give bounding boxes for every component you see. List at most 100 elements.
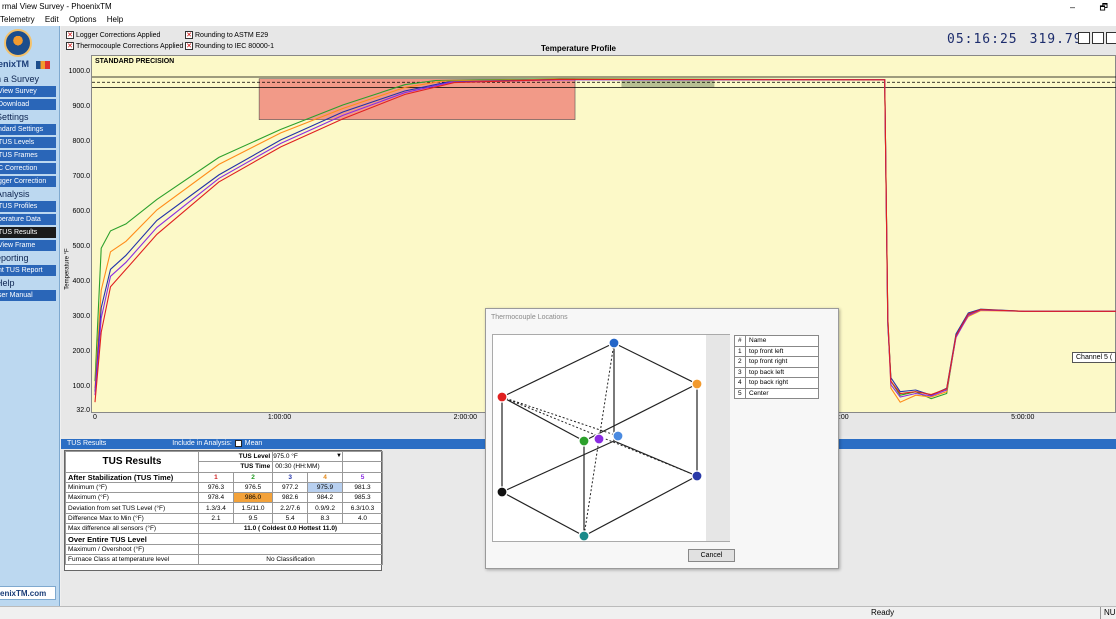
table-cell: 986.0 <box>232 492 274 504</box>
website-logo[interactable]: enixTM.com <box>0 586 56 600</box>
status-bar: Ready NU <box>0 606 1116 619</box>
table-row[interactable]: 5 Center <box>734 387 819 399</box>
table-row[interactable]: 4 top back right <box>734 377 819 389</box>
y-tick-label: 300.0 <box>72 313 90 321</box>
tus-level-value: 975.0 °F <box>273 453 298 461</box>
minimize-button[interactable]: – <box>1070 2 1075 12</box>
chart-title: Temperature Profile <box>541 44 616 53</box>
sidebar-item[interactable]: perature Data <box>0 214 56 225</box>
status-ready: Ready <box>871 608 895 617</box>
tc-column-header: 1 <box>198 471 234 483</box>
thermocouple-marker[interactable] <box>691 378 703 390</box>
menu-telemetry[interactable]: Telemetry <box>0 15 35 24</box>
sidebar-item[interactable]: View Frame <box>0 240 56 251</box>
sidebar-item[interactable]: TUS Results <box>0 227 56 238</box>
sidebar-item[interactable]: TUS Frames <box>0 150 56 161</box>
zoom-chart-icon[interactable] <box>1078 32 1090 44</box>
table-cell: 1 <box>734 345 746 357</box>
table-cell: top front left <box>745 345 819 357</box>
brand-name: enixTM <box>0 59 30 69</box>
rounding-iec-check[interactable]: ✕ Rounding to IEC 80000-1 <box>185 42 274 50</box>
sidebar-section-title: Help <box>0 278 15 288</box>
tus-level-select[interactable]: 975.0 °F ▼ <box>272 450 343 463</box>
x-tick-label: 5:00:00 <box>1011 414 1035 421</box>
table-cell: 985.3 <box>342 492 383 504</box>
cube-diagram[interactable] <box>492 334 730 542</box>
title-bar: rmal View Survey - PhoenixTM – 🗗 <box>0 0 1116 14</box>
sidebar-item[interactable]: View Survey <box>0 86 56 97</box>
table-cell: top front right <box>745 356 819 368</box>
sidebar-section-title: Analysis <box>0 189 30 199</box>
table-row: Maximum (°F) 978.4 986.0 982.6 984.2 985.3 <box>65 492 383 504</box>
table-cell: 976.5 <box>232 481 274 494</box>
table-row[interactable]: 3 top back left <box>734 366 819 378</box>
table-row[interactable]: 1 top front left <box>734 345 819 357</box>
flag-icon <box>36 61 50 69</box>
menu-edit[interactable]: Edit <box>45 15 59 24</box>
tc-column-header: 5 <box>342 471 383 483</box>
y-tick-label: 700.0 <box>72 173 90 181</box>
sidebar-item[interactable]: nt TUS Report <box>0 265 56 276</box>
sidebar-item[interactable]: C Correction <box>0 163 56 174</box>
row-label: Deviation from set TUS Level (°F) <box>65 502 199 514</box>
table-cell: 976.3 <box>198 481 234 494</box>
y-tick-label: 900.0 <box>72 103 90 111</box>
chart-options-icon[interactable] <box>1106 32 1116 44</box>
table-cell: 6.3/10.3 <box>342 502 383 514</box>
cancel-button[interactable]: Cancel <box>688 549 735 562</box>
logger-corrections-check[interactable]: ✕ Logger Corrections Applied <box>66 31 160 39</box>
table-cell: 2.2/7.6 <box>272 502 309 514</box>
table-row: Minimum (°F) 976.3 976.5 977.2 975.9 981.3 <box>65 481 383 494</box>
thermocouple-marker[interactable] <box>691 470 703 482</box>
table-cell: 982.6 <box>272 492 309 504</box>
thermocouple-marker[interactable] <box>612 430 624 442</box>
table-cell: 1.5/11.0 <box>232 502 274 514</box>
table-cell: 981.3 <box>342 481 383 494</box>
table-cell: 978.4 <box>198 492 234 504</box>
furnace-class-label: Furnace Class at temperature level <box>65 553 199 566</box>
overshoot-label: Maximum / Overshoot (°F) <box>65 543 199 555</box>
sidebar: enixTM n a Survey View Survey Download Sett… <box>0 26 60 606</box>
menu-help[interactable]: Help <box>107 15 123 24</box>
tus-time-label: TUS Time <box>197 461 274 473</box>
table-cell: 5.4 <box>272 512 309 525</box>
y-tick-label: 200.0 <box>72 348 90 356</box>
sidebar-item[interactable]: ser Manual <box>0 290 56 301</box>
table-cell: 975.9 <box>307 481 343 494</box>
num-lock-indicator: NU <box>1100 607 1116 619</box>
table-cell: 4.0 <box>342 512 383 525</box>
thermocouple-marker[interactable] <box>578 530 590 542</box>
diagram-scrollbar[interactable] <box>706 335 730 541</box>
x-icon: ✕ <box>66 42 74 50</box>
window-title: rmal View Survey - PhoenixTM <box>2 2 112 11</box>
thermocouple-marker[interactable] <box>593 433 605 445</box>
clock-time: 05:16:25 <box>947 32 1018 47</box>
menu-options[interactable]: Options <box>69 15 97 24</box>
dialog-title: Thermocouple Locations <box>491 314 568 321</box>
thermocouple-corrections-check[interactable]: ✕ Thermocouple Corrections Applied <box>66 42 183 50</box>
reset-chart-icon[interactable] <box>1092 32 1104 44</box>
cube-svg <box>496 337 703 542</box>
table-cell: 8.3 <box>307 512 343 525</box>
tus-results-panel: TUS Results TUS Level 975.0 °F ▼ TUS Time… <box>64 450 383 571</box>
thermocouple-locations-dialog: Thermocouple Locations # Name 1 top fron… <box>485 308 839 569</box>
sidebar-item[interactable]: TUS Profiles <box>0 201 56 212</box>
tc-column-header: 3 <box>272 471 309 483</box>
sidebar-item[interactable]: ndard Settings <box>0 124 56 135</box>
thermocouple-marker[interactable] <box>578 435 590 447</box>
y-tick-label: 600.0 <box>72 208 90 216</box>
y-tick-label: 100.0 <box>72 383 90 391</box>
sidebar-item[interactable]: Download <box>0 99 56 110</box>
row-label: Difference Max to Min (°F) <box>65 512 199 525</box>
mean-checkbox[interactable] <box>234 439 242 447</box>
thermocouple-marker[interactable] <box>496 486 508 498</box>
table-row[interactable]: 2 top front right <box>734 356 819 368</box>
table-cell: 1.3/3.4 <box>198 502 234 514</box>
rounding-astm-check[interactable]: ✕ Rounding to ASTM E29 <box>185 31 268 39</box>
sidebar-item[interactable]: gger Correction <box>0 176 56 187</box>
thermocouple-marker[interactable] <box>496 391 508 403</box>
sidebar-item[interactable]: TUS Levels <box>0 137 56 148</box>
thermocouple-marker[interactable] <box>608 337 620 349</box>
sidebar-section-title: Settings <box>0 112 29 122</box>
restore-button[interactable]: 🗗 <box>1100 2 1108 12</box>
